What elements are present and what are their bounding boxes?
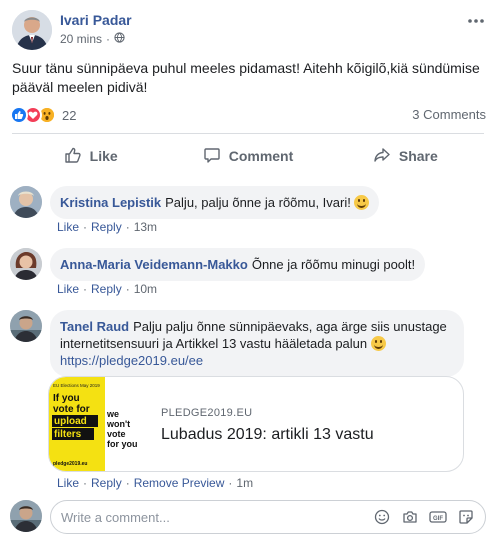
commenter-name[interactable]: Anna-Maria Veidemann-Makko (60, 257, 248, 272)
comment-time[interactable]: 13m (134, 220, 157, 234)
link-preview-image: EU Elections May 2019 If you vote for up… (49, 377, 149, 471)
comment-input[interactable]: Write a comment... GIF (50, 500, 486, 534)
sticker-icon[interactable] (457, 508, 475, 526)
comment-reply-link[interactable]: Reply (91, 282, 122, 296)
preview-image-line8: for you (107, 439, 138, 449)
comment-bubble: Kristina Lepistik Palju, palju õnne ja rõ… (50, 186, 380, 219)
comment-actions: Like · Reply · 10m (57, 282, 158, 296)
preview-image-line2: vote for (53, 404, 90, 415)
commenter-name[interactable]: Tanel Raud (60, 319, 129, 334)
share-icon (373, 146, 391, 167)
share-button[interactable]: Share (327, 134, 484, 178)
commenter-name[interactable]: Kristina Lepistik (60, 195, 161, 210)
comment-actions: Like · Reply · 13m (57, 220, 158, 234)
comment-like-link[interactable]: Like (57, 220, 79, 234)
preview-image-line3: upload (54, 416, 87, 427)
comment-bubble: Anna-Maria Veidemann-Makko Õnne ja rõõmu … (50, 248, 426, 281)
commenter-avatar[interactable] (10, 248, 42, 280)
comment-text: Palju, palju õnne ja rõõmu, Ivari! (165, 195, 351, 210)
comment-input-placeholder: Write a comment... (61, 510, 170, 525)
preview-image-line7: vote (107, 429, 126, 439)
share-button-label: Share (398, 148, 438, 164)
remove-preview-link[interactable]: Remove Preview (134, 476, 225, 490)
preview-image-line4: filters (54, 429, 82, 440)
smile-emoji-icon (370, 336, 386, 351)
current-user-avatar[interactable] (10, 500, 42, 532)
comment-text: Õnne ja rõõmu minugi poolt! (251, 257, 416, 272)
post-actions: Like Comment Share (12, 134, 484, 178)
link-preview-domain: PLEDGE2019.EU (161, 407, 253, 419)
emoji-icon[interactable] (373, 508, 391, 526)
comment-actions: Like · Reply · Remove Preview · 1m (57, 476, 254, 490)
comment-icon (203, 146, 221, 167)
comment-time[interactable]: 1m (236, 476, 253, 490)
post-meta: 20 mins · (60, 32, 125, 46)
camera-icon[interactable] (401, 508, 419, 526)
link-preview-title[interactable]: Lubadus 2019: artikli 13 vastu (161, 426, 374, 444)
preview-image-footer: pledge2019.eu (53, 461, 87, 467)
comment-button-label: Comment (228, 148, 294, 164)
commenter-avatar[interactable] (10, 310, 42, 342)
author-avatar[interactable] (12, 10, 52, 50)
comment-reply-link[interactable]: Reply (91, 476, 122, 490)
like-reaction-icon (10, 106, 28, 124)
comments-count[interactable]: 3 Comments (412, 107, 486, 122)
preview-image-line1: If you (53, 393, 80, 404)
reaction-summary[interactable]: 22 (10, 106, 76, 124)
gif-icon[interactable]: GIF (429, 508, 447, 526)
svg-text:GIF: GIF (433, 516, 443, 522)
commenter-avatar[interactable] (10, 186, 42, 218)
like-button[interactable]: Like (12, 134, 169, 178)
post-text: Suur tänu sünnipäeva puhul meeles pidama… (12, 60, 480, 95)
comment-button[interactable]: Comment (169, 134, 326, 178)
comment-time[interactable]: 10m (134, 282, 157, 296)
comment-bubble: Tanel Raud Palju palju õnne sünnipäevaks,… (50, 310, 464, 377)
smile-emoji-icon (354, 195, 370, 210)
post-header: Ivari Padar 20 mins · (12, 10, 484, 50)
comment-link[interactable]: https://pledge2019.eu/ee (60, 353, 203, 368)
like-button-label: Like (89, 148, 118, 164)
preview-image-line6: won't (106, 419, 130, 429)
preview-image-header: EU Elections May 2019 (53, 383, 100, 388)
comment-like-link[interactable]: Like (57, 282, 79, 296)
comment-composer: Write a comment... GIF (10, 500, 486, 534)
comment-reply-link[interactable]: Reply (91, 220, 122, 234)
composer-icons: GIF (373, 508, 475, 526)
thumbs-up-icon (64, 146, 82, 167)
reaction-count[interactable]: 22 (62, 108, 76, 123)
post-author-name[interactable]: Ivari Padar (60, 12, 132, 28)
preview-image-line5: we (106, 409, 119, 419)
link-preview-card[interactable]: EU Elections May 2019 If you vote for up… (48, 376, 464, 472)
globe-icon (114, 32, 125, 46)
more-horizontal-icon[interactable] (468, 10, 484, 24)
comment-like-link[interactable]: Like (57, 476, 79, 490)
post-time[interactable]: 20 mins (60, 32, 102, 46)
